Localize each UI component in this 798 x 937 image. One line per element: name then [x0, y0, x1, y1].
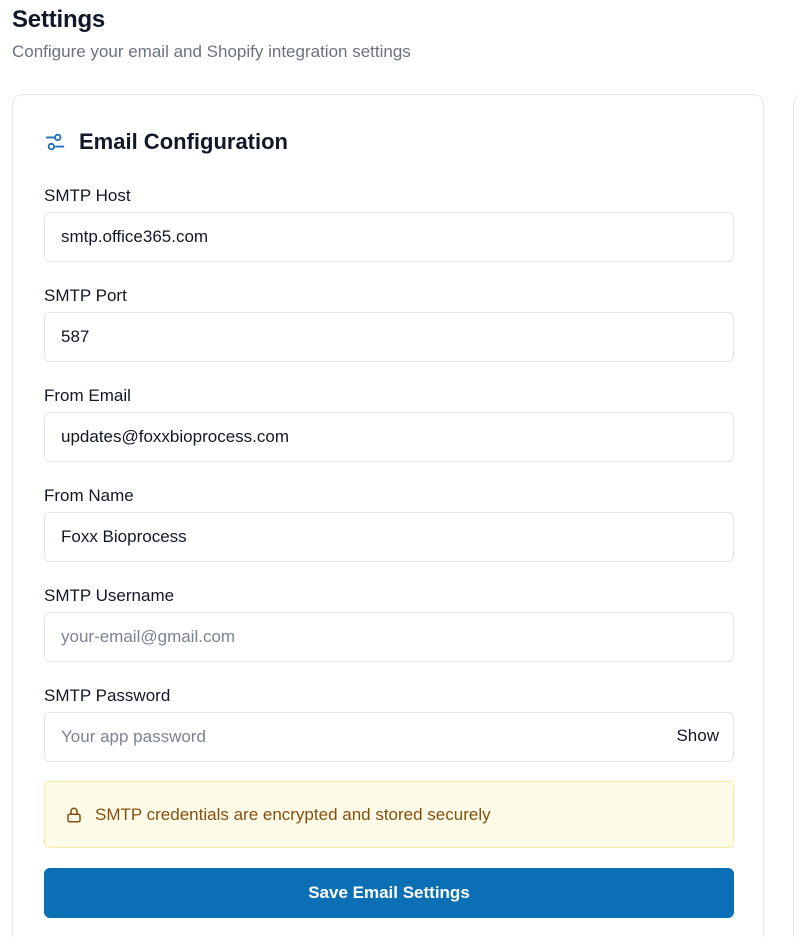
smtp-username-input-box [44, 612, 734, 662]
security-notice: SMTP credentials are encrypted and store… [44, 781, 734, 848]
from-name-label: From Name [44, 486, 134, 505]
from-email-input[interactable] [45, 413, 733, 461]
smtp-host-field: SMTP Host [44, 185, 734, 262]
sliders-icon [45, 133, 65, 151]
smtp-port-field: SMTP Port [44, 285, 734, 362]
from-name-input[interactable] [45, 513, 733, 561]
from-email-field: From Email [44, 385, 734, 462]
smtp-username-label: SMTP Username [44, 586, 175, 605]
smtp-host-input-box [44, 212, 734, 262]
smtp-username-input[interactable] [45, 613, 733, 661]
save-email-settings-button[interactable]: Save Email Settings [44, 868, 734, 918]
smtp-port-label: SMTP Port [44, 286, 127, 305]
shopify-card-edge [793, 94, 798, 937]
smtp-password-input-box: Show [44, 712, 734, 762]
settings-page: Settings Configure your email and Shopif… [0, 0, 798, 937]
smtp-port-input[interactable] [45, 313, 733, 361]
from-name-input-box [44, 512, 734, 562]
from-email-label: From Email [44, 386, 131, 405]
smtp-port-input-box [44, 312, 734, 362]
page-title: Settings [12, 6, 106, 33]
smtp-host-label: SMTP Host [44, 186, 131, 205]
smtp-password-label: SMTP Password [44, 686, 171, 705]
smtp-username-field: SMTP Username [44, 585, 734, 662]
lock-icon [67, 807, 81, 822]
smtp-password-input[interactable] [45, 713, 733, 761]
security-notice-text: SMTP credentials are encrypted and store… [95, 804, 491, 824]
card-title: Email Configuration [79, 129, 288, 154]
smtp-password-field: SMTP Password Show [44, 685, 734, 762]
smtp-host-input[interactable] [45, 213, 733, 261]
email-configuration-card: Email Configuration SMTP Host SMTP Port … [12, 94, 764, 937]
show-password-button[interactable]: Show [676, 726, 719, 746]
card-header: Email Configuration [44, 129, 288, 155]
from-name-field: From Name [44, 485, 734, 562]
page-subtitle: Configure your email and Shopify integra… [12, 42, 411, 61]
from-email-input-box [44, 412, 734, 462]
